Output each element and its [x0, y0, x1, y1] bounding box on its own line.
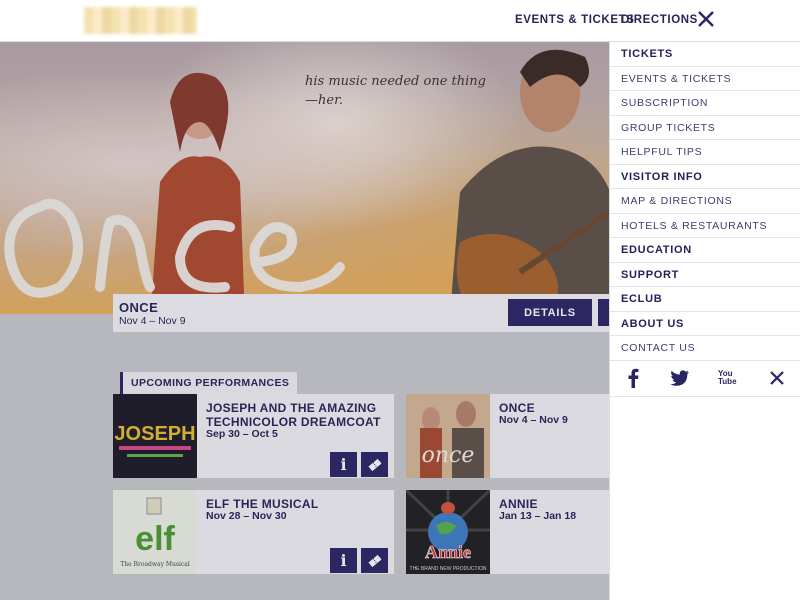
performance-card-elf[interactable]: elf The Broadway Musical ELF THE MUSICAL… [113, 490, 394, 574]
twitter-icon[interactable] [670, 368, 690, 388]
annie-thumbnail[interactable]: Annie THE BRAND NEW PRODUCTION [406, 490, 490, 574]
featured-show-dates: Nov 4 – Nov 9 [119, 315, 186, 327]
close-icon[interactable] [696, 9, 716, 29]
menu-item-group-tickets[interactable]: GROUP TICKETS [610, 116, 800, 140]
menu-item-helpful-tips[interactable]: HELPFUL TIPS [610, 140, 800, 165]
menu-item-hotels-restaurants[interactable]: HOTELS & RESTAURANTS [610, 214, 800, 238]
ticket-button[interactable] [361, 548, 388, 573]
menu-item-label: MAP & DIRECTIONS [621, 195, 733, 207]
hero-tagline: his music needed one thing —her. [305, 74, 486, 108]
menu-item-label: ECLUB [621, 293, 663, 305]
card-dates: Sep 30 – Oct 5 [206, 428, 278, 440]
info-button[interactable]: i [330, 452, 357, 477]
menu-item-subscription[interactable]: SUBSCRIPTION [610, 91, 800, 116]
menu-item-label: ABOUT US [621, 317, 685, 330]
nav-events-tickets[interactable]: EVENTS & TICKETS [515, 14, 635, 26]
youtube-icon-text: You Tube [718, 369, 737, 386]
close-icon[interactable] [767, 368, 787, 388]
top-header: EVENTS & TICKETS DIRECTIONS [0, 0, 800, 42]
card-dates: Jan 13 – Jan 18 [499, 510, 577, 522]
menu-item-eclub[interactable]: ECLUB [610, 287, 800, 312]
elf-thumb-subtitle: The Broadway Musical [120, 561, 190, 568]
social-links: You Tube [610, 360, 800, 397]
performance-card-joseph[interactable]: JOSEPH JOSEPH AND THE AMAZING TECHNICOLO… [113, 394, 394, 478]
menu-item-label: CONTACT US [621, 342, 696, 354]
menu-item-events-tickets[interactable]: EVENTS & TICKETS [610, 67, 800, 91]
menu-item-label: HELPFUL TIPS [621, 146, 703, 158]
menu-item-map-directions[interactable]: MAP & DIRECTIONS [610, 189, 800, 214]
menu-item-tickets[interactable]: TICKETS [610, 42, 800, 67]
elf-thumbnail[interactable]: elf The Broadway Musical [113, 490, 197, 574]
ticket-button[interactable] [361, 452, 388, 477]
menu-item-label: EVENTS & TICKETS [621, 72, 732, 85]
menu-item-visitor-info[interactable]: VISITOR INFO [610, 165, 800, 189]
card-title[interactable]: ELF THE MUSICAL [206, 497, 386, 511]
menu-item-support[interactable]: SUPPORT [610, 263, 800, 287]
elf-thumb-text: elf [135, 520, 175, 558]
menu-item-label: EDUCATION [621, 244, 692, 256]
menu-item-label: SUPPORT [621, 268, 680, 281]
once-thumb-text: once [422, 443, 475, 468]
site-logo[interactable] [84, 7, 197, 34]
ticket-icon [367, 554, 382, 567]
youtube-icon[interactable]: You Tube [718, 368, 738, 388]
menu-item-education[interactable]: EDUCATION [610, 238, 800, 263]
hero-banner[interactable]: his music needed one thing —her. [0, 42, 609, 314]
hero-title-once-art [4, 198, 345, 298]
joseph-thumb-text: JOSEPH [114, 423, 195, 445]
info-icon: i [340, 551, 347, 570]
menu-item-label: GROUP TICKETS [621, 121, 716, 134]
buy-tickets-button[interactable] [598, 299, 609, 326]
card-dates: Nov 4 – Nov 9 [499, 414, 568, 426]
menu-item-about-us[interactable]: ABOUT US [610, 312, 800, 336]
menu-item-label: VISITOR INFO [621, 170, 703, 183]
featured-show-name[interactable]: ONCE [119, 300, 158, 315]
facebook-icon[interactable] [623, 368, 643, 388]
side-menu: TICKETS EVENTS & TICKETS SUBSCRIPTION GR… [609, 42, 800, 600]
annie-thumb-text: Annie [425, 542, 471, 562]
card-dates: Nov 28 – Nov 30 [206, 510, 287, 522]
details-button[interactable]: DETAILS [508, 299, 592, 326]
menu-item-label: TICKETS [621, 48, 673, 60]
once-thumbnail[interactable]: once [406, 394, 490, 478]
featured-show-bar: ONCE Nov 4 – Nov 9 DETAILS [113, 294, 609, 332]
nav-directions[interactable]: DIRECTIONS [621, 14, 698, 26]
joseph-thumbnail[interactable]: JOSEPH [113, 394, 197, 478]
menu-item-contact-us[interactable]: CONTACT US [610, 336, 800, 361]
info-icon: i [340, 455, 347, 474]
annie-thumb-subtitle: THE BRAND NEW PRODUCTION [410, 566, 487, 572]
info-button[interactable]: i [330, 548, 357, 573]
card-title[interactable]: JOSEPH AND THE AMAZING TECHNICOLOR DREAM… [206, 401, 386, 429]
upcoming-performances-heading: UPCOMING PERFORMANCES [120, 372, 298, 394]
menu-item-label: SUBSCRIPTION [621, 97, 709, 109]
ticket-icon [367, 458, 382, 471]
menu-item-label: HOTELS & RESTAURANTS [621, 219, 768, 232]
